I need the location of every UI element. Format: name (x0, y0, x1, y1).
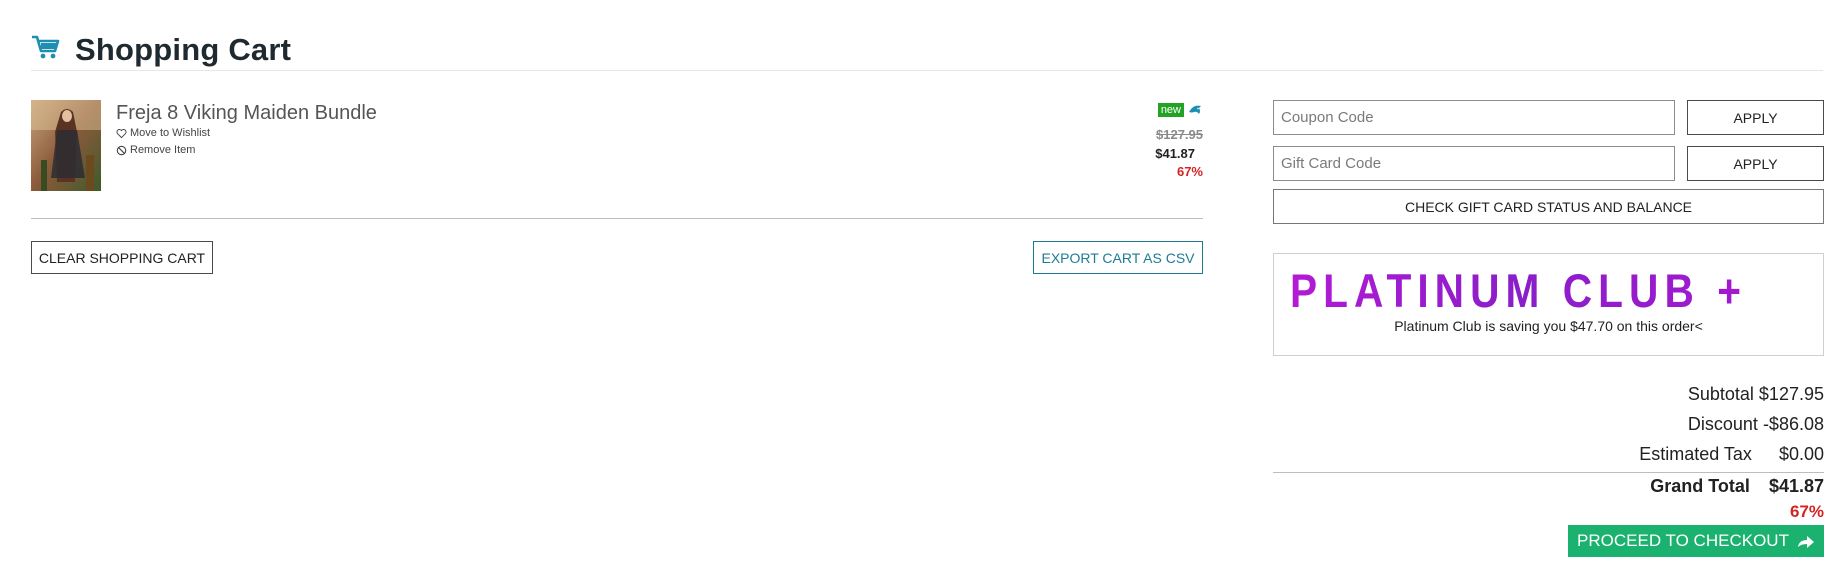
shopping-cart-icon (32, 35, 60, 59)
product-thumbnail[interactable] (31, 100, 101, 191)
apply-coupon-button[interactable]: APPLY (1687, 100, 1824, 135)
grand-total-row: Grand Total $41.87 (1650, 476, 1824, 497)
grand-total-label: Grand Total (1650, 476, 1750, 496)
platinum-club-logo: PLATINUM CLUB + (1290, 264, 1747, 317)
share-arrow-icon (1797, 536, 1814, 548)
subtotal-row: Subtotal $127.95 (1688, 384, 1824, 405)
sale-price: $41.87 (1155, 146, 1195, 161)
move-to-wishlist-label: Move to Wishlist (130, 127, 211, 139)
remove-item-link[interactable]: Remove Item (116, 144, 195, 156)
proceed-to-checkout-button[interactable]: PROCEED TO CHECKOUT (1568, 525, 1824, 557)
discount-value: -$86.08 (1762, 414, 1824, 434)
platinum-logo-text: PLATINUM CLUB + (1290, 264, 1747, 317)
subtotal-label: Subtotal (1687, 384, 1754, 404)
totals-divider (1273, 472, 1824, 473)
discount-percent: 67% (1176, 164, 1203, 179)
apply-gift-card-button[interactable]: APPLY (1687, 146, 1824, 181)
remove-item-label: Remove Item (130, 144, 196, 156)
subtotal-value: $127.95 (1758, 384, 1824, 404)
platinum-savings-message: Platinum Club is saving you $47.70 on th… (1394, 318, 1703, 334)
total-savings-percent: 67% (1789, 502, 1824, 521)
platinum-club-banner[interactable]: PLATINUM CLUB + Platinum Club is saving … (1273, 253, 1824, 356)
tax-row: Estimated Tax $0.00 (1639, 444, 1824, 465)
export-cart-csv-button[interactable]: EXPORT CART AS CSV (1033, 241, 1203, 274)
cart-item: Freja 8 Viking Maiden Bundle Move to Wis… (31, 100, 1203, 219)
clear-shopping-cart-button[interactable]: CLEAR SHOPPING CART (31, 241, 213, 274)
discount-row: Discount -$86.08 (1688, 414, 1824, 435)
coupon-code-input[interactable] (1273, 100, 1675, 135)
discount-label: Discount (1687, 414, 1758, 434)
dolphin-icon (1189, 105, 1201, 114)
grand-total-value: $41.87 (1768, 476, 1824, 496)
product-title[interactable]: Freja 8 Viking Maiden Bundle (116, 102, 377, 125)
new-badge: new (1157, 103, 1184, 117)
tax-label: Estimated Tax (1639, 444, 1752, 464)
move-to-wishlist-link[interactable]: Move to Wishlist (116, 127, 210, 139)
page-title: Shopping Cart (75, 32, 292, 67)
ban-icon (116, 145, 127, 155)
check-gift-card-balance-button[interactable]: CHECK GIFT CARD STATUS AND BALANCE (1273, 189, 1824, 224)
gift-card-code-input[interactable] (1273, 146, 1675, 181)
checkout-label: PROCEED TO CHECKOUT (1577, 531, 1789, 550)
page-header: Shopping Cart (31, 30, 1823, 71)
original-price: $127.95 (1156, 127, 1203, 142)
tax-value: $0.00 (1778, 444, 1824, 464)
heart-icon (116, 128, 127, 138)
